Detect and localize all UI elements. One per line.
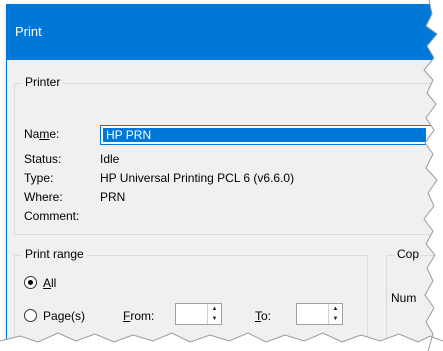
from-spinner[interactable]: ▲ ▼ [175,303,222,325]
comment-label: Comment: [24,209,80,223]
all-radio-label[interactable]: All [43,276,56,290]
copies-group-label: Cop [394,247,423,261]
spinner-down-icon[interactable]: ▼ [208,314,221,324]
print-dialog: Print Printer Name: HP PRN Status: Idle … [6,4,443,347]
radio-selected-dot [28,280,33,285]
to-spinner-buttons: ▲ ▼ [328,304,342,324]
where-value: PRN [100,190,126,204]
type-label: Type: [24,171,54,185]
from-label: From: [123,309,155,323]
type-value: HP Universal Printing PCL 6 (v6.6.0) [100,171,295,185]
all-radio[interactable] [24,276,37,289]
where-label: Where: [24,190,63,204]
number-of-copies-label: Num [391,291,417,305]
spinner-up-icon[interactable]: ▲ [208,304,221,314]
printer-name-value: HP PRN [103,128,426,142]
from-spinner-buttons: ▲ ▼ [207,304,221,324]
spinner-up-icon[interactable]: ▲ [329,304,342,314]
printer-name-select[interactable]: HP PRN [100,125,442,145]
spinner-down-icon[interactable]: ▼ [329,314,342,324]
title-bar[interactable]: Print [7,4,443,60]
pages-radio[interactable] [24,309,37,322]
name-label: Name: [24,127,60,141]
print-range-group: Print range All Page(s) From: ▲ ▼ To: ▲ … [14,247,368,347]
status-label: Status: [24,152,62,166]
status-value: Idle [100,152,120,166]
to-spinner[interactable]: ▲ ▼ [296,303,343,325]
dialog-title: Print [15,24,42,39]
copies-group: Cop Num [386,247,443,347]
printer-group: Printer Name: HP PRN Status: Idle Type: … [14,75,443,235]
to-label: To: [255,309,272,323]
printer-group-label: Printer [22,75,64,89]
print-range-label: Print range [22,247,87,261]
pages-radio-label[interactable]: Page(s) [43,309,85,323]
